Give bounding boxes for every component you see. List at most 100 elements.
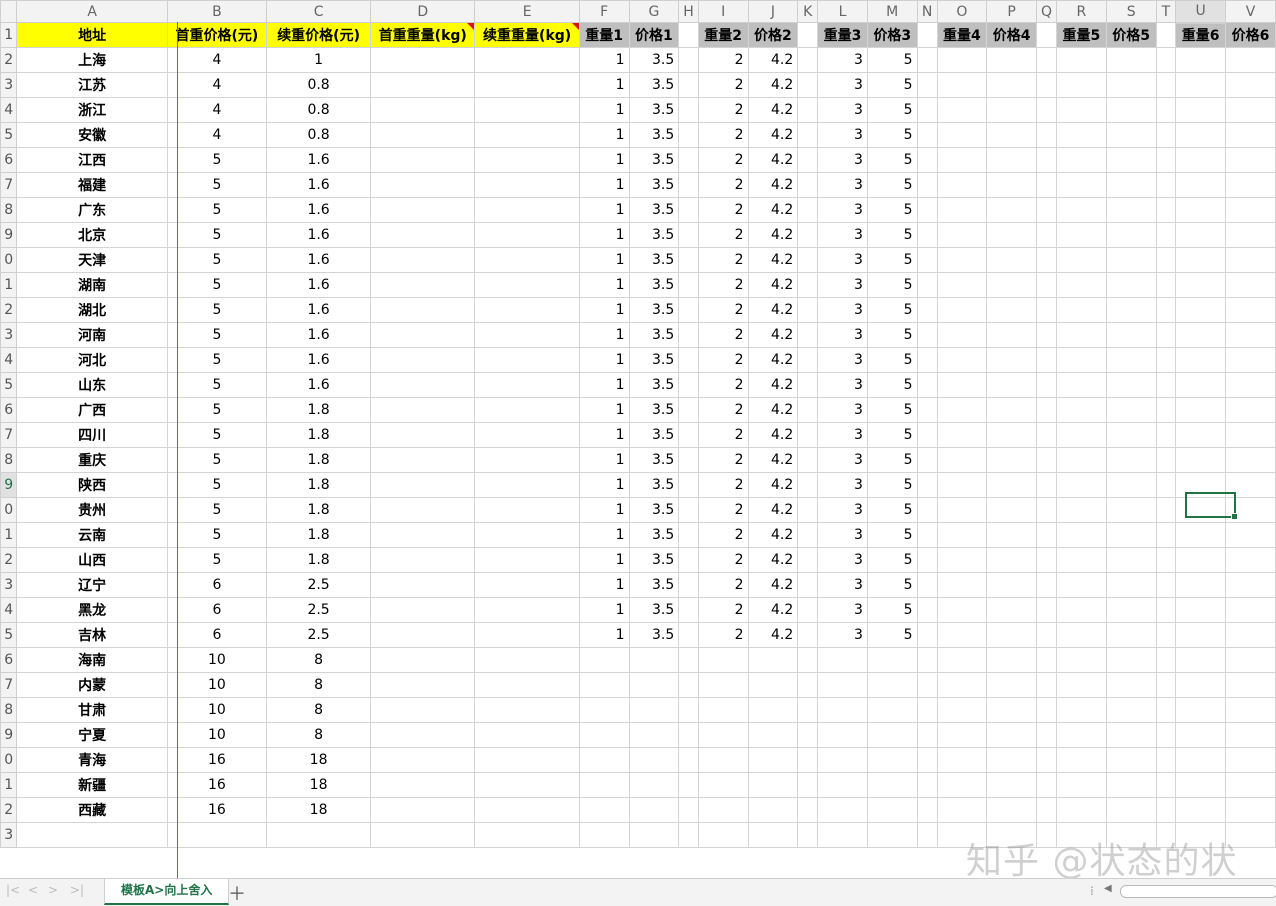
cell[interactable]: 1.6 — [266, 247, 372, 273]
cell[interactable] — [370, 472, 476, 498]
cell[interactable] — [474, 222, 580, 248]
header-cell[interactable]: 重量3 — [817, 22, 868, 48]
cell[interactable] — [797, 747, 819, 773]
row-header[interactable]: 4 — [0, 597, 18, 623]
cell[interactable]: 5 — [866, 422, 918, 448]
cell[interactable] — [1105, 172, 1157, 198]
cell[interactable]: 10 — [166, 697, 268, 723]
cell[interactable] — [1056, 122, 1107, 148]
cell[interactable]: 3.5 — [628, 447, 680, 473]
cell[interactable] — [936, 297, 988, 323]
row-header[interactable]: 6 — [0, 397, 18, 423]
cell[interactable] — [1056, 347, 1107, 373]
cell[interactable] — [817, 697, 868, 723]
column-header-c[interactable]: C — [266, 0, 372, 23]
cell[interactable] — [474, 272, 580, 298]
cell[interactable]: 天津 — [16, 247, 168, 273]
cell[interactable]: 4.2 — [747, 622, 799, 648]
cell[interactable] — [936, 772, 988, 798]
cell[interactable]: 5 — [166, 272, 268, 298]
cell[interactable] — [747, 747, 799, 773]
cell[interactable]: 5 — [866, 622, 918, 648]
cell[interactable]: 3.5 — [628, 147, 680, 173]
cell[interactable] — [1036, 672, 1058, 698]
cell[interactable] — [474, 297, 580, 323]
cell[interactable] — [797, 172, 819, 198]
column-header-u[interactable]: U — [1175, 0, 1227, 24]
cell[interactable] — [1105, 72, 1157, 98]
cell[interactable] — [1175, 322, 1227, 348]
cell[interactable] — [797, 147, 819, 173]
cell[interactable] — [678, 747, 699, 773]
cell[interactable]: 4 — [166, 47, 268, 73]
cell[interactable]: 3.5 — [628, 422, 680, 448]
cell[interactable] — [1036, 547, 1058, 573]
cell[interactable]: 4.2 — [747, 247, 799, 273]
cell[interactable]: 10 — [166, 647, 268, 673]
cell[interactable] — [474, 597, 580, 623]
cell[interactable]: 山西 — [16, 547, 168, 573]
cell[interactable] — [1056, 522, 1107, 548]
cell[interactable] — [916, 222, 938, 248]
cell[interactable] — [1155, 672, 1177, 698]
cell[interactable] — [370, 797, 476, 823]
spacer-cell[interactable] — [797, 22, 819, 48]
cell[interactable] — [986, 272, 1038, 298]
cell[interactable] — [628, 647, 680, 673]
cell[interactable]: 4.2 — [747, 122, 799, 148]
cell[interactable] — [578, 722, 630, 748]
cell[interactable] — [797, 372, 819, 398]
cell[interactable] — [628, 747, 680, 773]
cell[interactable] — [1056, 147, 1107, 173]
cell[interactable]: 3 — [817, 422, 868, 448]
cell[interactable]: 安徽 — [16, 122, 168, 148]
column-header-r[interactable]: R — [1056, 0, 1107, 23]
cell[interactable] — [747, 672, 799, 698]
cell[interactable] — [370, 522, 476, 548]
cell[interactable]: 2 — [697, 597, 749, 623]
cell[interactable] — [936, 672, 988, 698]
cell[interactable] — [370, 447, 476, 473]
cell[interactable] — [474, 397, 580, 423]
header-cell[interactable]: 重量6 — [1175, 22, 1227, 48]
cell[interactable] — [474, 422, 580, 448]
cell[interactable] — [1175, 722, 1227, 748]
cell[interactable] — [1105, 272, 1157, 298]
cell[interactable] — [370, 547, 476, 573]
cell[interactable] — [916, 622, 938, 648]
cell[interactable] — [1105, 547, 1157, 573]
cell[interactable] — [1036, 72, 1058, 98]
cell[interactable] — [1225, 422, 1276, 448]
cell[interactable] — [678, 172, 699, 198]
cell[interactable] — [370, 72, 476, 98]
column-header-o[interactable]: O — [936, 0, 988, 23]
cell[interactable] — [1036, 772, 1058, 798]
cell[interactable]: 5 — [166, 522, 268, 548]
cell[interactable] — [916, 547, 938, 573]
cell[interactable] — [1105, 372, 1157, 398]
cell[interactable]: 4 — [166, 97, 268, 123]
cell[interactable] — [1056, 597, 1107, 623]
cell[interactable] — [474, 772, 580, 798]
cell[interactable]: 4.2 — [747, 422, 799, 448]
cell[interactable] — [936, 597, 988, 623]
cell[interactable] — [916, 147, 938, 173]
cell[interactable]: 1.6 — [266, 147, 372, 173]
cell[interactable]: 5 — [166, 222, 268, 248]
row-header[interactable]: 1 — [0, 22, 18, 48]
cell[interactable] — [1175, 697, 1227, 723]
cell[interactable] — [1225, 47, 1276, 73]
cell[interactable] — [817, 797, 868, 823]
cell[interactable] — [1155, 772, 1177, 798]
cell[interactable] — [1105, 347, 1157, 373]
cell[interactable] — [797, 97, 819, 123]
cell[interactable] — [474, 97, 580, 123]
cell[interactable] — [797, 72, 819, 98]
cell[interactable] — [866, 822, 918, 848]
cell[interactable]: 2.5 — [266, 572, 372, 598]
cell[interactable] — [370, 297, 476, 323]
cell[interactable]: 5 — [166, 447, 268, 473]
cell[interactable]: 5 — [166, 147, 268, 173]
cell[interactable]: 5 — [166, 422, 268, 448]
cell[interactable] — [1175, 72, 1227, 98]
